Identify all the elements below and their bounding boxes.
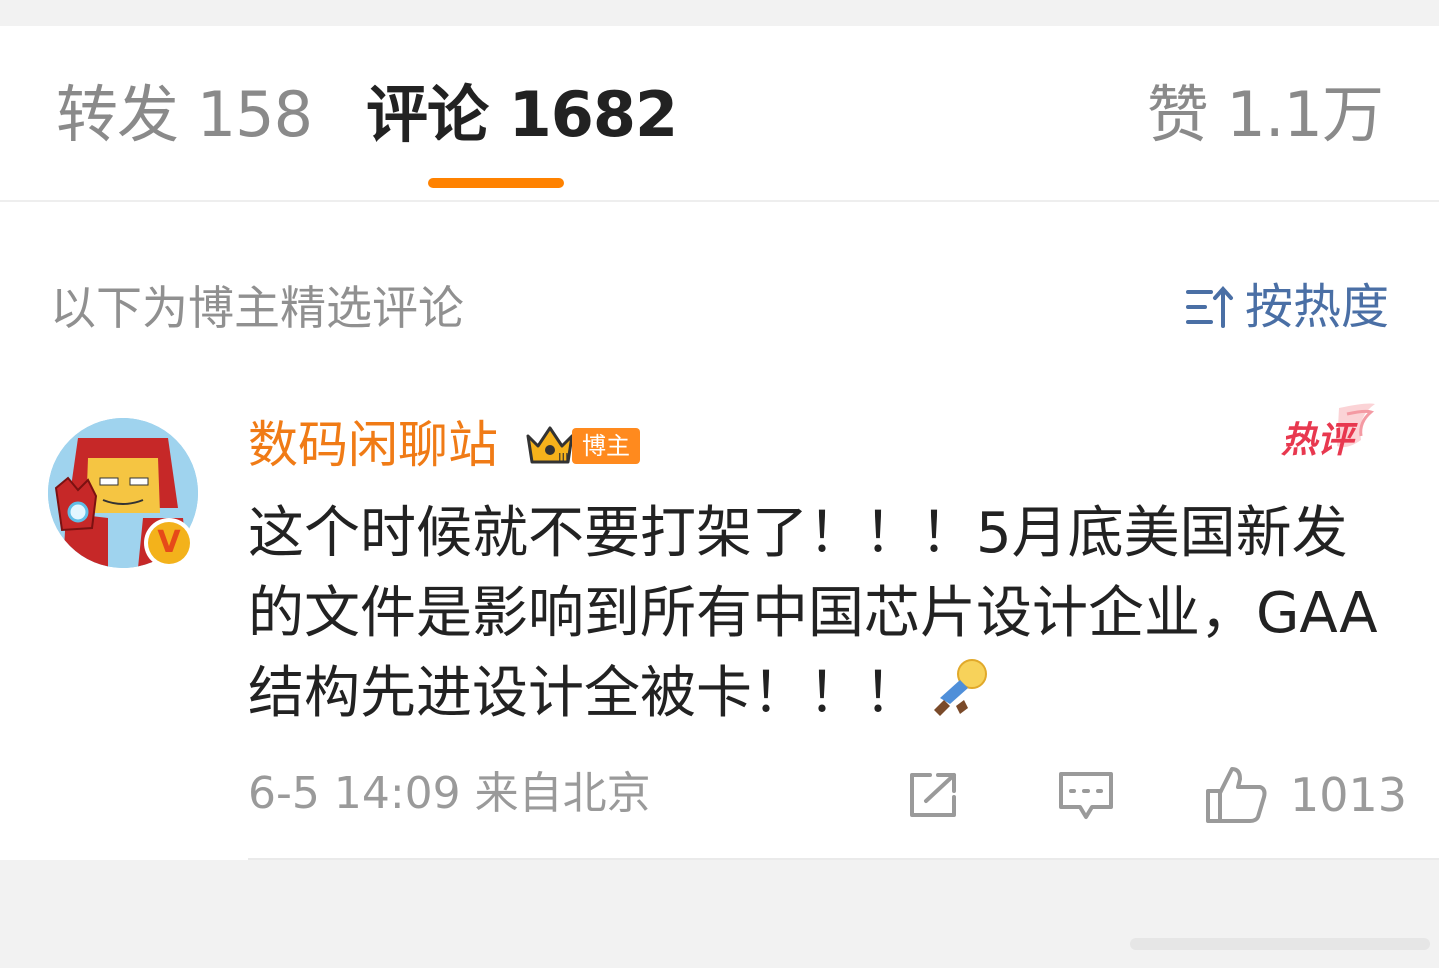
reply-button[interactable] — [1056, 764, 1116, 826]
host-badge: 博主 — [572, 428, 640, 464]
hot-comment-label: 热评 — [1281, 420, 1358, 461]
sort-label: 按热度 — [1244, 279, 1389, 335]
verified-badge: V — [144, 518, 194, 568]
verified-badge-label: V — [148, 522, 190, 564]
like-count: 1013 — [1290, 768, 1408, 822]
tab-repost[interactable]: 转发 158 — [56, 80, 313, 150]
divider — [248, 858, 1439, 860]
comment-meta: 6-5 14:09 来自北京 — [248, 768, 651, 819]
tab-likes[interactable]: 赞 1.1万 — [1147, 80, 1384, 150]
hot-comment-tag: 热评 — [1281, 403, 1375, 461]
section-title: 以下为博主精选评论 — [50, 281, 464, 335]
tab-comments[interactable]: 评论 1682 — [366, 80, 678, 150]
share-button[interactable] — [904, 764, 964, 826]
comment-text: 这个时候就不要打架了！！！5月底美国新发的文件是影响到所有中国芯片设计企业，GA… — [248, 501, 1378, 726]
crown-icon: III — [526, 426, 574, 465]
sort-icon — [1185, 285, 1233, 328]
active-tab-indicator — [428, 178, 564, 188]
sort-button[interactable]: 按热度 — [1185, 278, 1389, 336]
comment-body: 这个时候就不要打架了！！！5月底美国新发的文件是影响到所有中国芯片设计企业，GA… — [248, 494, 1388, 734]
share-icon — [910, 773, 956, 817]
comments-panel: 转发 158 评论 1682 赞 1.1万 以下为博主精选评论 按热度 V 数码… — [0, 26, 1439, 860]
sleeping-figure-emoji — [934, 659, 987, 716]
comment-icon — [1059, 772, 1113, 819]
like-button[interactable]: 1013 — [1204, 764, 1407, 826]
level-badge: III — [558, 451, 569, 465]
thumbs-up-icon — [1206, 767, 1267, 823]
home-indicator — [1130, 938, 1430, 950]
comment-username[interactable]: 数码闲聊站 — [248, 414, 498, 476]
tab-bar: 转发 158 评论 1682 赞 1.1万 — [0, 26, 1439, 202]
